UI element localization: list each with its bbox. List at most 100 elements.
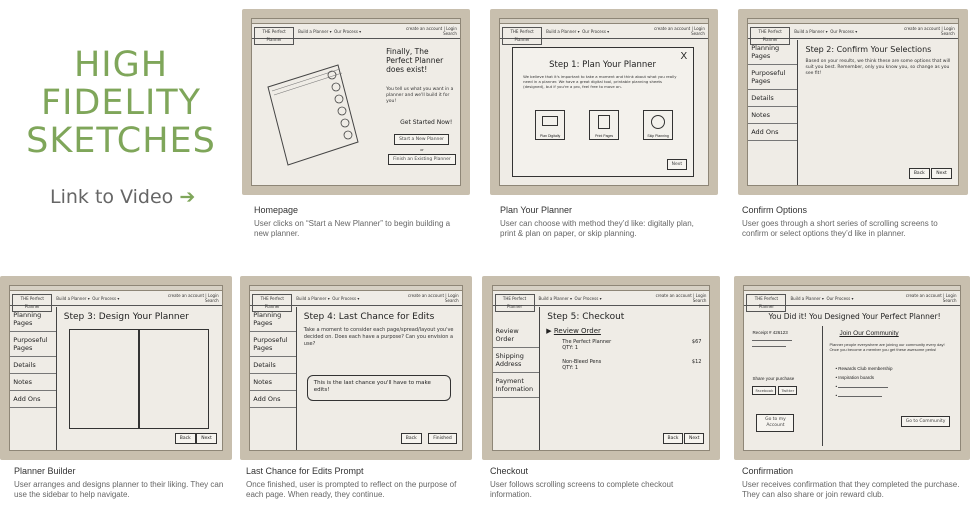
card-title: Checkout [490,466,529,476]
next-button[interactable]: Next [666,159,688,171]
sketch-account: create an account | Login Search [654,26,705,37]
sidebar-item-details[interactable]: Details [10,357,56,375]
modal-text: We believe that it's important to take a… [523,74,677,90]
card-description: User receives confirmation that they com… [742,480,960,499]
order-item: Non-Bleed Pens QTY: 1 $12 [540,353,709,373]
finish-existing-planner-button[interactable]: Finish an Existing Planner [388,154,456,166]
sidebar-item-planning-pages[interactable]: Planning Pages [748,40,798,66]
sketch-photo: THE Perfect Planner Build a Planner ▾ Ou… [240,276,472,460]
sidebar-item-purposeful-pages[interactable]: Purposeful Pages [250,332,296,358]
card-description: User follows scrolling screens to comple… [490,480,674,499]
sketch-header: THE Perfect Planner Build a Planner ▾ Ou… [250,291,462,313]
next-button[interactable]: Next [196,432,217,444]
item-qty: QTY: 1 [562,345,579,352]
logo: THE Perfect Planner [502,27,543,46]
sketch-browser: THE Perfect Planner Build a Planner ▾ Ou… [743,285,961,451]
sidebar-item-notes[interactable]: Notes [10,374,56,392]
back-button[interactable]: Back [908,167,930,179]
order-item: The Perfect Planner QTY: 1 $67 [540,337,709,353]
print-pages-option[interactable]: Print Pages [589,110,620,141]
skip-planning-option[interactable]: Skip Planning [643,110,674,141]
or-text: or [420,147,424,153]
sketch-header: THE Perfect Planner Build a Planner ▾ Ou… [492,291,710,313]
sidebar-item-planning-pages[interactable]: Planning Pages [10,307,56,333]
item-price: $67 [691,339,702,346]
sketch-account: create an account | Login Search [903,26,955,37]
next-button[interactable]: Next [683,432,705,444]
sidebar-item-planning-pages[interactable]: Planning Pages [250,307,296,333]
sidebar-item-shipping-address[interactable]: Shipping Address [492,348,540,374]
sketch-photo: THE Perfect Planner Build a Planner ▾ Ou… [482,276,720,460]
sketch-account: create an account | Login Search [407,293,459,304]
start-new-planner-button[interactable]: Start a New Planner [394,134,450,146]
laptop-icon [542,116,559,127]
cta-text: Get Started Now! [400,119,453,127]
sidebar-item-details[interactable]: Details [748,90,798,108]
sidebar-item-notes[interactable]: Notes [748,107,798,125]
next-button[interactable]: Next [931,167,952,179]
hero-heading: Finally, The Perfect Planner does exist! [386,47,444,75]
card-title: Confirmation [742,466,794,476]
facebook-share-button[interactable]: Facebook [752,386,777,396]
sidebar-item-add-ons[interactable]: Add Ons [748,124,798,142]
sketch-account: create an account | Login Search [655,293,707,304]
sketch-nav: Build a Planner ▾ Our Process ▾ [546,29,610,35]
page-title: HIGH FIDELITY SKETCHES [14,46,228,160]
planner-canvas-right-page [138,329,209,430]
sidebar-item-add-ons[interactable]: Add Ons [250,391,296,409]
card-title: Plan Your Planner [500,205,573,215]
sketch-photo: THE Perfect Planner Build a Planner ▾ Ou… [0,276,232,460]
perk-item: • Inspiration boards [835,375,875,381]
sidebar-item-notes[interactable]: Notes [250,374,296,392]
title-line-1: HIGH [73,45,169,85]
twitter-share-button[interactable]: Twitter [778,386,798,396]
close-icon[interactable]: X [680,51,687,62]
sketch-photo: THE Perfect Planner Build a Planner ▾ Ou… [734,276,970,460]
share-label: Share your purchase [752,376,795,382]
back-button[interactable]: Back [174,432,196,444]
sidebar-item-details[interactable]: Details [250,357,296,375]
sketch-account: create an account | Login Search [167,293,219,304]
go-to-community-button[interactable]: Go to Community [900,416,951,428]
go-to-account-button[interactable]: Go to my Account [756,414,795,433]
join-heading: Join Our Community [839,330,899,338]
logo: THE Perfect Planner [254,27,295,46]
hero-text: You tell us what you want in a planner a… [386,87,454,105]
sidebar-item-review-order[interactable]: Review Order [492,307,540,349]
modal-heading: Step 1: Plan Your Planner [549,60,656,71]
plan-digitally-option[interactable]: Plan Digitally [535,110,566,141]
sketch-header: THE Perfect Planner Build a Planner ▾ Ou… [500,24,708,46]
finished-button[interactable]: Finished [428,432,457,444]
card-description: User arranges and designs planner to the… [14,480,224,499]
sketch-sidebar: Planning Pages Purposeful Pages Details … [250,307,297,450]
sketch-browser: THE Perfect Planner Build a Planner ▾ Ou… [491,285,711,451]
sketch-main: Step 3: Design Your Planner Back Next [57,307,222,450]
sketch-nav: Build a Planner ▾ Our Process ▾ [298,29,362,35]
sidebar-item-payment-information[interactable]: Payment Information [492,373,540,399]
card-description: User clicks on “Start a New Planner” to … [254,219,451,238]
card-title: Planner Builder [14,466,76,476]
card-title: Confirm Options [742,205,808,215]
join-text: Planner people everywhere are joining ou… [829,342,945,353]
sidebar-item-add-ons[interactable]: Add Ons [10,391,56,409]
confirmation-heading: You Did it! You Designed Your Perfect Pl… [768,312,941,322]
video-link-label: Link to Video [50,186,174,208]
back-button[interactable]: Back [400,432,422,444]
community-box: Join Our Community Planner people everyw… [822,326,951,447]
sidebar-item-purposeful-pages[interactable]: Purposeful Pages [748,65,798,91]
sketch-photo: THE Perfect Planner Build a Planner ▾ Ou… [738,9,968,195]
step-text: Take a moment to consider each page/spre… [303,327,454,348]
title-line-3: SKETCHES [26,121,216,161]
sketch-nav: Build a Planner ▾ Our Process ▾ [538,296,602,302]
sketch-photo: THE Perfect Planner Build a Planner ▾ Ou… [242,9,470,195]
step-heading: Step 4: Last Chance for Edits [303,312,435,323]
perk-item: • [835,384,889,389]
sketch-photo: THE Perfect Planner Build a Planner ▾ Ou… [490,9,718,195]
receipt-number: Receipt # 426123 [752,330,788,336]
sketch-account: create an account | Login Search [406,26,457,37]
sidebar-item-purposeful-pages[interactable]: Purposeful Pages [10,332,56,358]
video-link[interactable]: Link to Video ➔ [50,186,195,208]
back-button[interactable]: Back [662,432,684,444]
sketch-nav: Build a Planner ▾ Our Process ▾ [296,296,360,302]
sketch-sidebar: Review Order Shipping Address Payment In… [492,307,541,450]
